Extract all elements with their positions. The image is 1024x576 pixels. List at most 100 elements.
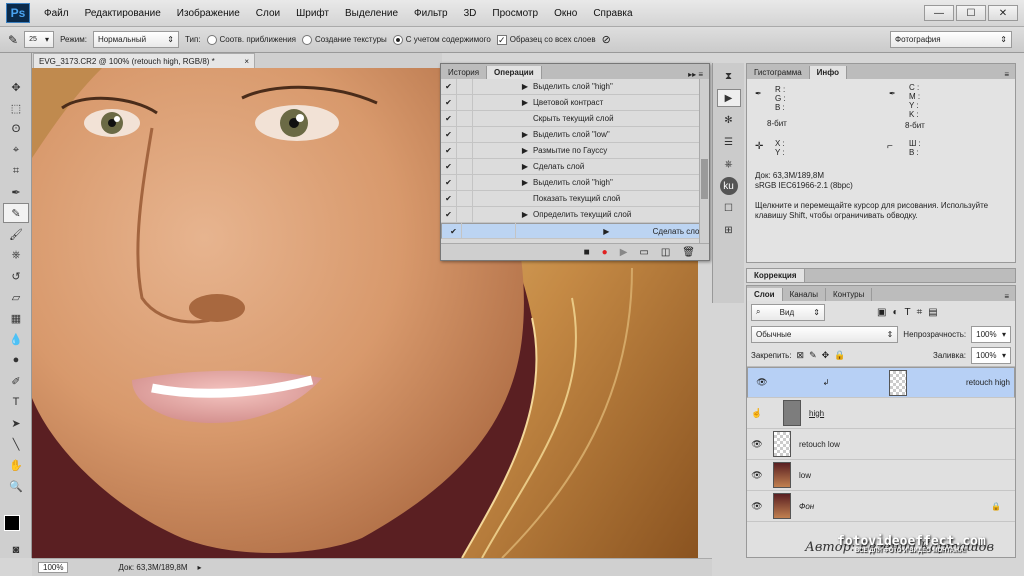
panel-menu-icon[interactable]: ≡ [998, 292, 1015, 301]
spot-healing-brush-tool-icon[interactable]: ✎ [3, 203, 29, 223]
stop-icon[interactable]: ■ [584, 247, 590, 258]
layer-row-high[interactable]: ☝ high [747, 398, 1015, 429]
action-row[interactable]: ✔ ▶ Выделить слой "high" [441, 174, 709, 191]
checkmark-icon[interactable]: ✔ [441, 110, 457, 127]
eyedropper-tool-icon[interactable]: ✒ [3, 182, 29, 202]
dialog-toggle[interactable] [457, 142, 473, 159]
path-select-tool-icon[interactable]: ➤ [3, 413, 29, 433]
line-tool-icon[interactable]: ╲ [3, 434, 29, 454]
document-tab[interactable]: EVG_3173.CR2 @ 100% (retouch high, RGB/8… [33, 53, 255, 68]
actions-scrollbar[interactable] [699, 79, 709, 243]
checkmark-icon[interactable]: ✔ [441, 158, 457, 175]
zoom-level[interactable]: 100% [38, 562, 69, 573]
action-row[interactable]: ✔ ▶ Определить текущий слой [441, 206, 709, 223]
eraser-tool-icon[interactable]: ▱ [3, 287, 29, 307]
action-row[interactable]: ✔ ▶ Выделить слой "low" [441, 126, 709, 143]
menu-select[interactable]: Выделение [337, 8, 406, 19]
lasso-tool-icon[interactable]: ʘ [3, 119, 29, 139]
record-icon[interactable]: ● [602, 247, 608, 258]
panel-menu-icon[interactable]: ▸▸ ≡ [682, 70, 709, 79]
menu-view[interactable]: Просмотр [484, 8, 546, 19]
layer-row-background[interactable]: 👁 Фон 🔒 [747, 491, 1015, 522]
notes-icon[interactable]: ☐ [717, 199, 741, 217]
kuler-icon[interactable]: ku [719, 177, 738, 195]
tab-channels[interactable]: Каналы [783, 288, 826, 301]
crop-tool-icon[interactable]: ⌗ [3, 161, 29, 181]
menu-help[interactable]: Справка [585, 8, 640, 19]
dialog-toggle[interactable] [457, 79, 473, 95]
menu-edit[interactable]: Редактирование [77, 8, 169, 19]
dodge-tool-icon[interactable]: ● [3, 350, 29, 370]
close-window-button[interactable]: ✕ [988, 5, 1018, 21]
dialog-toggle[interactable] [457, 190, 473, 207]
maximize-button[interactable]: ☐ [956, 5, 986, 21]
dialog-toggle[interactable] [457, 110, 473, 127]
checkmark-icon[interactable]: ✔ [441, 190, 457, 207]
status-arrow-icon[interactable]: ▸ [198, 563, 202, 572]
checkmark-icon[interactable]: ✔ [441, 79, 457, 95]
hand-tool-icon[interactable]: ✋ [3, 455, 29, 475]
hand-cursor-icon[interactable]: ☝ [747, 408, 767, 419]
filter-type-icon[interactable]: T [905, 307, 911, 318]
dialog-toggle[interactable] [457, 126, 473, 143]
layer-row-retouch-low[interactable]: 👁 retouch low [747, 429, 1015, 460]
quick-mask-icon[interactable]: ◙ [3, 540, 29, 560]
spot-healing-brush-icon[interactable]: ✎ [8, 33, 18, 47]
lock-transparent-icon[interactable]: ⊠ [797, 350, 805, 361]
action-row[interactable]: ✔ ▶ Цветовой контраст [441, 94, 709, 111]
layer-filter-select[interactable]: ⌕ Вид ⇕ [751, 303, 825, 321]
layer-name[interactable]: retouch low [799, 440, 840, 449]
blur-tool-icon[interactable]: 💧 [3, 329, 29, 349]
expand-triangle-icon[interactable]: ▶ [554, 227, 614, 236]
checkmark-icon[interactable]: ✔ [441, 206, 457, 223]
properties-icon[interactable]: ⊞ [717, 221, 741, 239]
layer-row-retouch-high[interactable]: 👁 ↲ retouch high [747, 367, 1015, 398]
menu-3d[interactable]: 3D [456, 8, 485, 19]
lock-position-icon[interactable]: ✥ [822, 350, 830, 361]
dialog-toggle[interactable] [500, 223, 517, 239]
tab-paths[interactable]: Контуры [826, 288, 873, 301]
zoom-tool-icon[interactable]: 🔍 [3, 476, 29, 496]
eye-icon[interactable]: 👁 [752, 377, 772, 388]
checkmark-icon[interactable]: ✔ [441, 94, 457, 111]
clone-stamp-tool-icon[interactable]: ⎈ [3, 245, 29, 265]
checkmark-icon[interactable]: ✔ [446, 223, 462, 239]
workspace-select[interactable]: Фотография ⇕ [890, 31, 1012, 48]
opacity-input[interactable]: 100% ▾ [971, 325, 1011, 343]
expand-triangle-icon[interactable]: ▶ [473, 162, 533, 171]
trash-icon[interactable]: 🗑 [682, 247, 695, 258]
tab-history[interactable]: История [441, 66, 488, 79]
dialog-toggle[interactable] [457, 174, 473, 191]
clone-source-icon[interactable]: ⎈ [717, 155, 741, 173]
fill-input[interactable]: 100% ▾ [971, 347, 1011, 364]
menu-filter[interactable]: Фильтр [406, 8, 456, 19]
blend-mode-select[interactable]: Обычные ⇕ [751, 325, 899, 343]
content-aware-radio[interactable]: С учетом содержимого [392, 34, 491, 45]
layer-name[interactable]: retouch high [966, 378, 1010, 387]
scroll-thumb[interactable] [701, 159, 708, 199]
layer-name[interactable]: Фон [799, 502, 814, 511]
history-icon[interactable]: ⧗ [717, 67, 741, 85]
lock-all-icon[interactable]: 🔒 [834, 350, 845, 361]
gradient-tool-icon[interactable]: ▦ [3, 308, 29, 328]
layer-name[interactable]: low [799, 471, 811, 480]
tab-layers[interactable]: Слои [747, 288, 783, 301]
menu-window[interactable]: Окно [546, 8, 585, 19]
menu-layers[interactable]: Слои [248, 8, 288, 19]
history-brush-tool-icon[interactable]: ↺ [3, 266, 29, 286]
expand-triangle-icon[interactable]: ▶ [473, 130, 533, 139]
move-tool-icon[interactable]: ✥ [3, 77, 29, 97]
filter-pixel-icon[interactable]: ▣ [877, 307, 886, 318]
minimize-button[interactable]: — [924, 5, 954, 21]
tab-info[interactable]: Инфо [809, 66, 848, 79]
marquee-tool-icon[interactable]: ⬚ [3, 98, 29, 118]
action-row[interactable]: ✔ ▶ Сделать слой [441, 158, 709, 175]
close-tab-icon[interactable]: × [244, 57, 249, 66]
checkmark-icon[interactable]: ✔ [441, 142, 457, 159]
expand-triangle-icon[interactable]: ▶ [473, 146, 533, 155]
action-row[interactable]: ✔ Скрыть текущий слой [441, 110, 709, 127]
eye-icon[interactable]: 👁 [747, 439, 767, 450]
menu-file[interactable]: Файл [36, 8, 77, 19]
lock-image-icon[interactable]: ✎ [809, 350, 817, 361]
expand-triangle-icon[interactable]: ▶ [473, 98, 533, 107]
